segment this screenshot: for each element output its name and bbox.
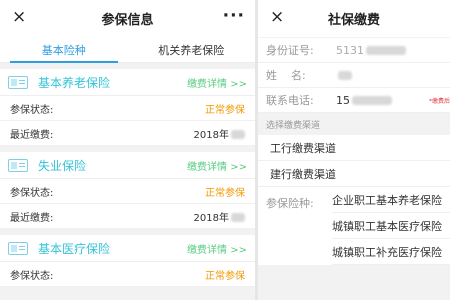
close-icon[interactable]: ×	[270, 7, 284, 27]
status-value: 正常参保	[205, 270, 245, 282]
channel-ccb[interactable]: 建行缴费渠道	[258, 161, 450, 187]
more-icon[interactable]: ···	[223, 6, 245, 26]
nav-bar: × 社保缴费	[258, 0, 450, 37]
payment-details-link[interactable]: 缴费详情 >>	[187, 241, 247, 256]
redacted-blur	[231, 130, 245, 139]
insurance-card-pension: 基本养老保险 缴费详情 >> 参保状态: 正常参保 最近缴费: 2018年	[0, 69, 255, 146]
payment-details-link[interactable]: 缴费详情 >>	[187, 158, 247, 173]
field-label: 身份证号:	[266, 44, 314, 57]
payment-note: *缴费后	[428, 97, 450, 105]
close-icon[interactable]: ×	[12, 7, 26, 27]
card-title: 基本养老保险	[38, 75, 111, 90]
redacted-blur	[231, 213, 245, 222]
option-supplementary-medical[interactable]: 城镇职工补充医疗保险	[332, 239, 450, 265]
row-label: 最近缴费:	[10, 129, 54, 141]
screenshot-composite: × 参保信息 ··· 基本险种 机关养老保险 基本养老保险 缴费详情 >> 参保…	[0, 0, 450, 300]
card-title: 失业保险	[38, 158, 87, 173]
row-label: 参保状态:	[10, 187, 54, 199]
id-card-icon	[8, 158, 28, 172]
field-label: 姓 名:	[266, 69, 306, 82]
info-row: 参保状态: 正常参保	[0, 262, 255, 287]
card-header: 基本医疗保险 缴费详情 >>	[0, 235, 255, 262]
page-title: 社保缴费	[327, 13, 380, 28]
insurance-type-options: 企业职工基本养老保险 城镇职工基本医疗保险 城镇职工补充医疗保险	[332, 187, 450, 265]
section-header: 选择缴费渠道	[258, 113, 450, 135]
insurance-type-selector: 参保险种: 企业职工基本养老保险 城镇职工基本医疗保险 城镇职工补充医疗保险	[258, 187, 450, 265]
row-label: 参保状态:	[10, 104, 54, 116]
card-title: 基本医疗保险	[38, 241, 111, 256]
tab-government-pension[interactable]: 机关养老保险	[128, 37, 256, 62]
info-row: 参保状态: 正常参保	[0, 179, 255, 204]
last-payment-value: 2018年	[194, 126, 245, 141]
redacted-blur	[352, 96, 392, 105]
status-value: 正常参保	[205, 187, 245, 199]
insurance-info-screen: × 参保信息 ··· 基本险种 机关养老保险 基本养老保险 缴费详情 >> 参保…	[0, 0, 255, 300]
info-row: 最近缴费: 2018年	[0, 121, 255, 146]
field-value	[336, 69, 442, 82]
card-header: 基本养老保险 缴费详情 >>	[0, 69, 255, 96]
tab-basic-insurance[interactable]: 基本险种	[0, 37, 128, 63]
status-value: 正常参保	[205, 104, 245, 116]
redacted-blur	[338, 71, 352, 80]
social-security-payment-screen: × 社保缴费 身份证号: 5131 姓 名: 联系电话: 15 *缴费后 选择缴…	[258, 0, 450, 300]
id-number-field: 身份证号: 5131	[258, 38, 450, 63]
field-label: 联系电话:	[266, 94, 314, 107]
row-label: 参保状态:	[10, 270, 54, 282]
insurance-card-medical: 基本医疗保险 缴费详情 >> 参保状态: 正常参保	[0, 235, 255, 287]
channel-icbc[interactable]: 工行缴费渠道	[258, 135, 450, 161]
id-card-icon	[8, 241, 28, 255]
page-title: 参保信息	[101, 13, 154, 28]
card-header: 失业保险 缴费详情 >>	[0, 152, 255, 179]
option-basic-medical[interactable]: 城镇职工基本医疗保险	[332, 213, 450, 239]
field-value: 5131	[336, 44, 442, 57]
insurance-card-unemployment: 失业保险 缴费详情 >> 参保状态: 正常参保 最近缴费: 2018年	[0, 152, 255, 229]
id-card-icon	[8, 75, 28, 89]
nav-bar: × 参保信息 ···	[0, 0, 255, 37]
option-enterprise-pension[interactable]: 企业职工基本养老保险	[332, 187, 450, 213]
last-payment-value: 2018年	[194, 209, 245, 224]
info-row: 参保状态: 正常参保	[0, 96, 255, 121]
name-field: 姓 名:	[258, 63, 450, 88]
row-label: 最近缴费:	[10, 212, 54, 224]
info-row: 最近缴费: 2018年	[0, 204, 255, 229]
field-value[interactable]: 15	[336, 94, 442, 107]
payment-details-link[interactable]: 缴费详情 >>	[187, 75, 247, 90]
redacted-blur	[366, 46, 406, 55]
phone-field[interactable]: 联系电话: 15 *缴费后	[258, 88, 450, 113]
tab-bar: 基本险种 机关养老保险	[0, 37, 255, 63]
field-label: 参保险种:	[266, 197, 314, 210]
